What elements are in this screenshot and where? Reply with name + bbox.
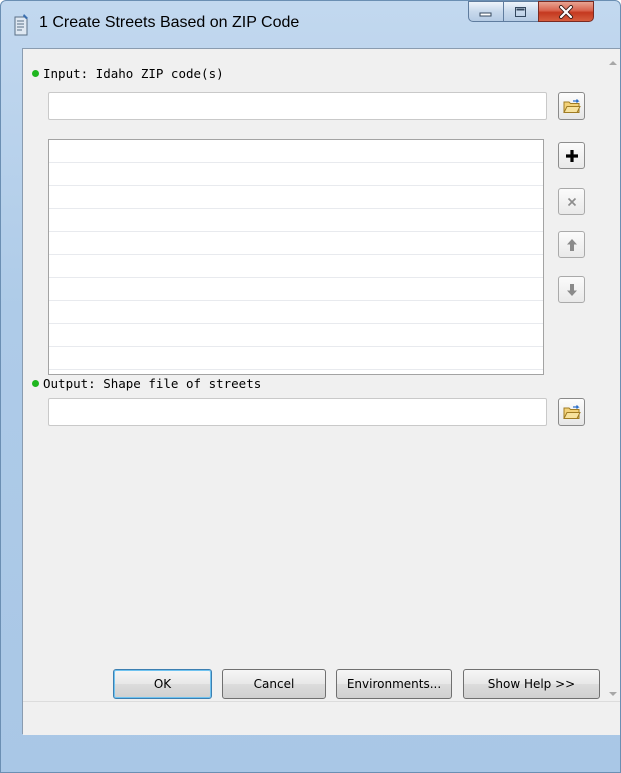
cancel-button[interactable]: Cancel [222,669,326,699]
move-up-button[interactable] [558,231,585,258]
scroll-down-icon[interactable] [609,692,617,696]
list-item[interactable] [49,186,543,209]
button-bar [23,701,620,735]
output-param-label: Output: Shape file of streets [32,376,261,391]
browse-output-button[interactable] [558,398,585,426]
list-item[interactable] [49,255,543,278]
window-frame-bottom [1,734,620,772]
maximize-icon [515,6,526,17]
maximize-button[interactable] [503,1,539,22]
list-item[interactable] [49,232,543,255]
scroll-up-icon[interactable] [609,61,617,65]
move-down-button[interactable] [558,276,585,303]
move-up-icon [566,238,577,251]
open-folder-icon [562,405,581,419]
environments-button[interactable]: Environments... [336,669,452,699]
list-item[interactable] [49,347,543,370]
script-tool-icon [14,14,28,36]
dialog-client: Input: Idaho ZIP code(s) Output: Shape f… [22,48,620,735]
title-bar[interactable]: 1 Create Streets Based on ZIP Code [1,1,620,48]
zip-code-list[interactable] [48,139,544,375]
dialog-window: 1 Create Streets Based on ZIP Code Input… [0,0,621,773]
required-dot-icon [32,380,39,387]
remove-icon [567,197,576,206]
list-item[interactable] [49,209,543,232]
list-item[interactable] [49,301,543,324]
show-help-button[interactable]: Show Help >> [463,669,600,699]
window-title: 1 Create Streets Based on ZIP Code [39,14,300,31]
add-icon [565,149,578,162]
list-item[interactable] [49,140,543,163]
list-item[interactable] [49,163,543,186]
move-down-icon [566,283,577,296]
required-dot-icon [32,70,39,77]
output-shapefile-input[interactable] [48,398,547,426]
minimize-button[interactable] [468,1,504,22]
browse-input-button[interactable] [558,92,585,120]
add-value-button[interactable] [558,142,585,169]
open-folder-icon [562,99,581,113]
close-icon [559,4,573,19]
close-button[interactable] [538,1,594,22]
vertical-scrollbar[interactable] [605,49,620,701]
list-item[interactable] [49,324,543,347]
ok-button[interactable]: OK [113,669,212,699]
minimize-icon [479,12,492,16]
parameter-form: Input: Idaho ZIP code(s) Output: Shape f… [23,49,601,701]
remove-value-button[interactable] [558,188,585,215]
input-param-label: Input: Idaho ZIP code(s) [32,66,224,81]
zip-code-input[interactable] [48,92,547,120]
list-item[interactable] [49,278,543,301]
